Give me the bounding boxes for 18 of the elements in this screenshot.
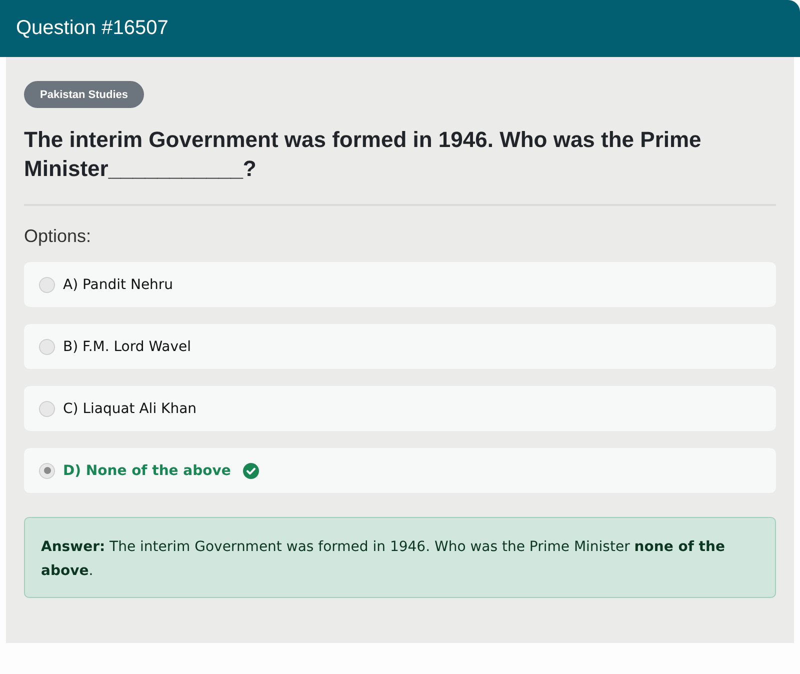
option-text: A) Pandit Nehru xyxy=(63,276,174,292)
radio-button[interactable] xyxy=(39,462,55,478)
radio-button[interactable] xyxy=(39,338,55,354)
option-card[interactable]: C) Liaquat Ali Khan xyxy=(24,386,776,431)
options-label: Options: xyxy=(24,225,92,248)
question-number-title: Question #16507 xyxy=(16,17,168,40)
option-card[interactable]: B) F.M. Lord Wavel xyxy=(24,324,776,369)
option-card[interactable]: D) None of the above xyxy=(24,448,776,493)
category-badge: Pakistan Studies xyxy=(24,81,144,108)
question-text: The interim Government was formed in 1946. Who was the Prime Minister___________? xyxy=(24,126,702,183)
option-text: D) None of the above xyxy=(63,462,231,478)
option-card[interactable]: A) Pandit Nehru xyxy=(24,262,776,307)
check-circle-icon xyxy=(242,462,259,478)
answer-text: Answer: The interim Government was formed in 1946. Who was the Prime Minister none of the above. xyxy=(41,538,726,581)
option-text: C) Liaquat Ali Khan xyxy=(63,400,197,416)
radio-button[interactable] xyxy=(39,276,55,292)
radio-button[interactable] xyxy=(39,400,55,416)
option-text: B) F.M. Lord Wavel xyxy=(63,338,192,354)
